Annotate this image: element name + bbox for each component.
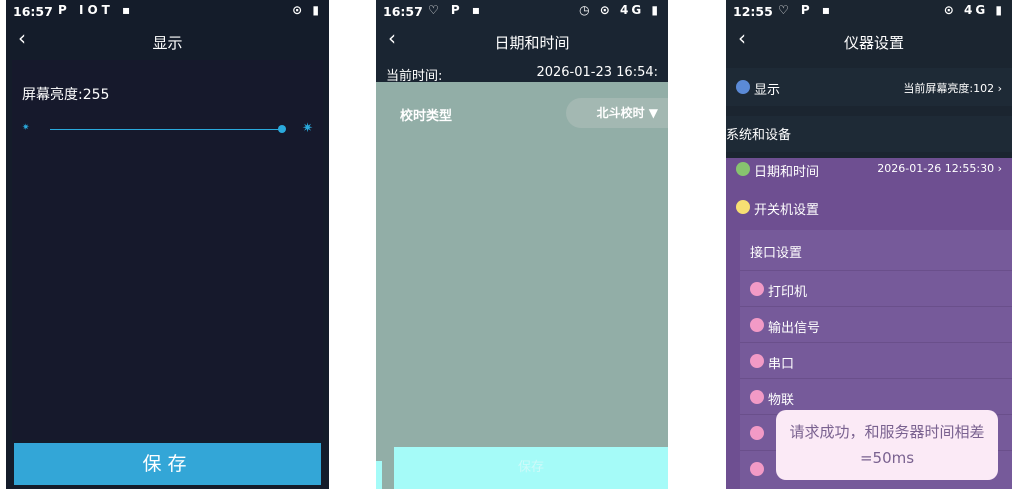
sun-small-icon: ✷ bbox=[22, 123, 30, 133]
signal-icon bbox=[750, 318, 764, 332]
nav-bar: ‹ 显示 bbox=[6, 22, 329, 60]
clock-icon bbox=[736, 162, 750, 176]
instrument-settings-screen: 12:55 ♡ P ▪ ⊙ 4G ▮ ‹ 仪器设置 显示 当前屏幕亮度:102 … bbox=[726, 0, 1012, 489]
list-item-label: 串口 bbox=[768, 357, 795, 372]
system-header-label: 系统和设备 bbox=[726, 128, 792, 143]
datetime-screen: 16:57 ♡ P ▪ ◷ ⊙ 4G ▮ ‹ 日期和时间 当前时间: 2026-… bbox=[376, 0, 668, 489]
brightness-slider[interactable]: ✷ ✷ bbox=[22, 121, 313, 138]
status-right-icons: ◷ ⊙ 4G ▮ bbox=[579, 3, 661, 17]
power-label: 开关机设置 bbox=[754, 203, 820, 218]
datetime-label: 日期和时间 bbox=[754, 165, 820, 180]
list-icon bbox=[750, 462, 764, 476]
timing-type-dropdown[interactable]: 北斗校时 ▼ bbox=[566, 98, 668, 128]
sun-large-icon: ✷ bbox=[302, 121, 313, 136]
status-time: 12:55 bbox=[733, 4, 773, 19]
timing-type-label: 校时类型 bbox=[400, 109, 453, 124]
status-icons: ♡ P ▪ bbox=[428, 3, 485, 17]
interface-header: 接口设置 bbox=[750, 246, 803, 261]
nav-bar: ‹ 日期和时间 bbox=[376, 22, 668, 60]
list-item-label: 输出信号 bbox=[768, 321, 821, 336]
brightness-panel: 屏幕亮度:255 ✷ ✷ bbox=[12, 60, 323, 440]
page-title: 仪器设置 bbox=[843, 34, 904, 52]
datetime-value: 2026-01-26 12:55:30 › bbox=[877, 162, 1002, 175]
power-row[interactable]: 开关机设置 bbox=[726, 196, 1012, 218]
list-item-label: 物联 bbox=[768, 393, 795, 408]
status-right-icons: ⊙ 4G ▮ bbox=[943, 3, 1005, 17]
page-title: 日期和时间 bbox=[494, 34, 570, 52]
power-icon bbox=[736, 200, 750, 214]
serial-icon bbox=[750, 354, 764, 368]
display-icon bbox=[736, 80, 750, 94]
display-row[interactable]: 显示 当前屏幕亮度:102 › bbox=[726, 68, 1012, 106]
save-button-edge bbox=[376, 461, 382, 489]
status-icons: ♡ P ▪ bbox=[778, 3, 835, 17]
display-screen: 16:57 P IOT ▪ ⊙ ▮ ‹ 显示 屏幕亮度:255 ✷ ✷ 保存 bbox=[6, 0, 329, 489]
printer-icon bbox=[750, 282, 764, 296]
datetime-row[interactable]: 日期和时间 2026-01-26 12:55:30 › bbox=[726, 158, 1012, 180]
status-icons: P IOT ▪ bbox=[58, 3, 135, 17]
status-right-icons: ⊙ ▮ bbox=[292, 3, 322, 17]
toast-message: 请求成功，和服务器时间相差=50ms bbox=[776, 410, 998, 480]
slider-thumb[interactable] bbox=[278, 125, 286, 133]
display-value: 当前屏幕亮度:102 › bbox=[903, 82, 1002, 95]
system-section-header: 系统和设备 bbox=[726, 116, 1012, 152]
status-bar: 16:57 P IOT ▪ ⊙ ▮ bbox=[6, 0, 329, 22]
save-button[interactable]: 保存 bbox=[14, 443, 321, 485]
status-bar: 12:55 ♡ P ▪ ⊙ 4G ▮ bbox=[726, 0, 1012, 22]
list-item-output-signal[interactable]: 输出信号 bbox=[740, 306, 1012, 343]
status-time: 16:57 bbox=[383, 4, 423, 19]
list-item-label: 打印机 bbox=[768, 285, 808, 300]
status-time: 16:57 bbox=[13, 4, 53, 19]
back-arrow-icon[interactable]: ‹ bbox=[388, 28, 396, 48]
list-icon bbox=[750, 426, 764, 440]
current-time-row: 当前时间: 2026-01-23 16:54: bbox=[376, 62, 668, 84]
list-item-printer[interactable]: 打印机 bbox=[740, 270, 1012, 307]
iot-icon bbox=[750, 390, 764, 404]
current-time-label: 当前时间: bbox=[386, 69, 443, 84]
list-item-serial[interactable]: 串口 bbox=[740, 342, 1012, 379]
brightness-label: 屏幕亮度:255 bbox=[22, 87, 110, 103]
timing-type-row: 校时类型 北斗校时 ▼ bbox=[388, 96, 668, 130]
page-title: 显示 bbox=[152, 34, 183, 52]
status-bar: 16:57 ♡ P ▪ ◷ ⊙ 4G ▮ bbox=[376, 0, 668, 22]
slider-track[interactable] bbox=[50, 129, 281, 130]
nav-bar: ‹ 仪器设置 bbox=[726, 22, 1012, 60]
save-button[interactable]: 保存 bbox=[394, 447, 668, 489]
display-label: 显示 bbox=[754, 83, 781, 98]
current-time-value: 2026-01-23 16:54: bbox=[536, 65, 658, 80]
